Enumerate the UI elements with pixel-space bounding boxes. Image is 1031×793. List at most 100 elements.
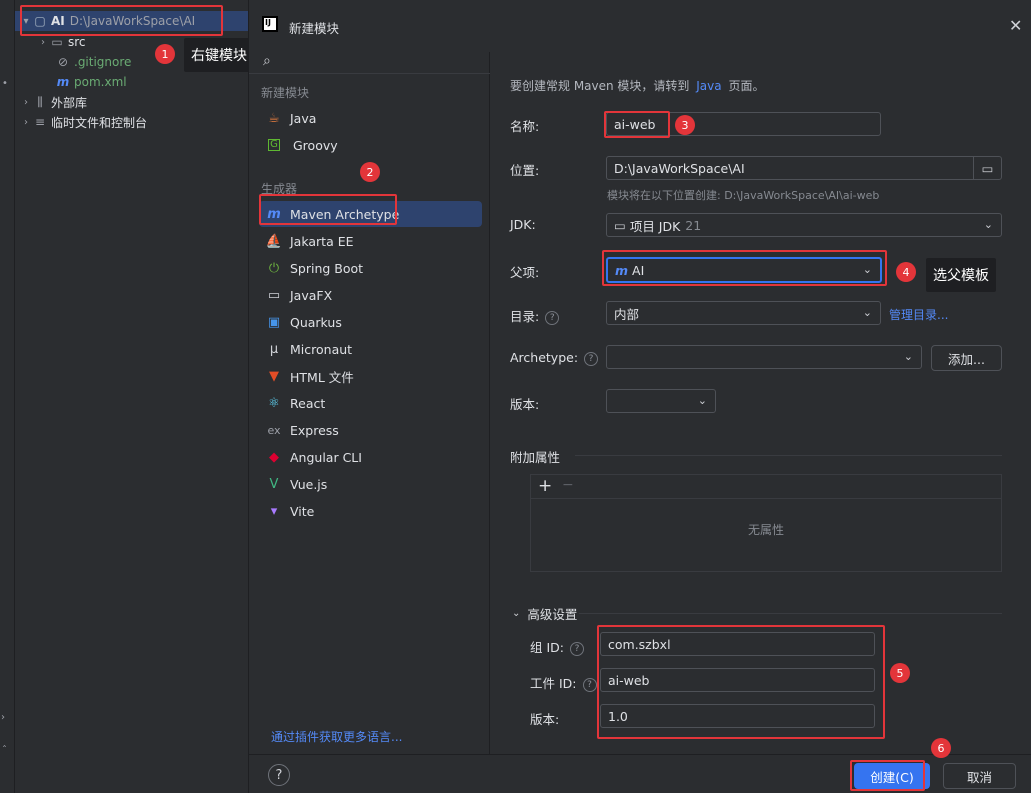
sidebar-item-vue[interactable]: V Vue.js (259, 471, 482, 497)
sidebar-item-spring-boot[interactable]: ⏻ Spring Boot (259, 255, 482, 281)
advanced-toggle[interactable]: ⌄ 高级设置 (512, 604, 577, 623)
chevron-down-icon: ⌄ (697, 394, 707, 407)
archetype-label-text: Archetype: (510, 350, 579, 365)
annotation-badge-6: 6 (931, 738, 951, 758)
maven-hint: 要创建常规 Maven 模块，请转到 Java 页面。 (510, 77, 764, 94)
hint-suffix: 页面。 (728, 79, 765, 93)
name-label: 名称: (510, 119, 540, 134)
chevron-down-icon: ⌄ (512, 608, 521, 619)
jdk-select[interactable]: ▭ 项目 JDK 21 ⌄ (606, 213, 1002, 237)
section-new-module: 新建模块 (261, 86, 310, 100)
help-icon[interactable]: ? (268, 764, 290, 786)
catalog-value: 内部 (614, 306, 640, 322)
sidebar-item-angular-cli[interactable]: ◆ Angular CLI (259, 444, 482, 470)
sidebar-item-html[interactable]: ▼ HTML 文件 (259, 363, 482, 389)
create-button[interactable]: 创建(C) (854, 763, 930, 789)
manage-catalogs-link[interactable]: 管理目录... (889, 306, 948, 323)
annotation-badge-4: 4 (896, 262, 916, 282)
add-icon[interactable]: + (538, 476, 552, 496)
props-divider (575, 455, 1002, 456)
sidebar-item-label: Groovy (293, 137, 338, 153)
tree-item-gitignore[interactable]: ⊘ .gitignore (55, 52, 131, 72)
sidebar-item-quarkus[interactable]: ▣ Quarkus (259, 309, 482, 335)
sidebar-item-react[interactable]: ⚛ React (259, 390, 482, 416)
catalog-select[interactable]: 内部 ⌄ (606, 301, 881, 325)
sidebar-item-micronaut[interactable]: μ Micronaut (259, 336, 482, 362)
tree-item-label: 外部库 (51, 95, 88, 110)
sidebar-item-label: Vite (290, 503, 315, 519)
tree-root-path: D:\JavaWorkSpace\AI (69, 14, 196, 28)
dialog-footer: ? 创建(C) 取消 (249, 754, 1031, 793)
chevron-right-icon[interactable]: › (20, 97, 32, 108)
plugins-link[interactable]: 通过插件获取更多语言... (271, 728, 402, 745)
help-icon[interactable]: ? (584, 351, 599, 366)
tree-item-src[interactable]: › ▭ src (37, 32, 86, 52)
sidebar-item-javafx[interactable]: ▭ JavaFX (259, 282, 482, 308)
adv-version-field[interactable]: 1.0 (600, 704, 875, 728)
chevron-right-icon[interactable]: › (20, 117, 32, 128)
sidebar-item-express[interactable]: ex Express (259, 417, 482, 443)
new-module-dialog: IJ 新建模块 ✕ ⌕ 新建模块 ☕ Java G Groovy 生成器 m Mave… (248, 0, 1031, 793)
sidebar-search[interactable]: ⌕ (249, 52, 490, 74)
parent-select[interactable]: m AI ⌄ (606, 257, 882, 283)
chevron-right-icon[interactable]: › (37, 37, 49, 48)
chevron-down-icon: ⌄ (903, 350, 913, 363)
artifact-label-text: 工件 ID: (530, 676, 577, 691)
java-page-link[interactable]: Java (696, 79, 721, 93)
close-icon[interactable]: ✕ (1009, 16, 1022, 35)
java-icon: ☕ (268, 110, 280, 126)
adv-version-value: 1.0 (608, 708, 628, 724)
remove-icon[interactable]: − (562, 477, 574, 493)
version-select[interactable]: ⌄ (606, 389, 716, 413)
folder-browse-icon[interactable]: ▭ (973, 157, 1001, 179)
sidebar-item-jakarta-ee[interactable]: ⛵ Jakarta EE (259, 228, 482, 254)
chevron-down-icon[interactable]: ▾ (20, 16, 32, 27)
folder-icon: ▭ (51, 35, 63, 49)
cancel-button[interactable]: 取消 (943, 763, 1016, 789)
name-field[interactable]: ai-web (606, 112, 881, 136)
tree-root-ai[interactable]: ▾ ▢ AI D:\JavaWorkSpace\AI (15, 11, 248, 31)
group-value: com.szbxl (608, 636, 671, 652)
add-archetype-button[interactable]: 添加... (931, 345, 1002, 371)
annotation-badge-5: 5 (890, 663, 910, 683)
annotation-callout-4: 选父模板 (926, 258, 996, 292)
html-icon: ▼ (269, 368, 279, 384)
sidebar-item-label: HTML 文件 (290, 369, 354, 385)
jakarta-icon: ⛵ (265, 233, 283, 249)
annotation-badge-1: 1 (155, 44, 175, 64)
generator-sidebar: ⌕ 新建模块 ☕ Java G Groovy 生成器 m Maven Archetyp… (249, 52, 490, 754)
tree-item-pom[interactable]: m pom.xml (55, 72, 127, 92)
intellij-logo-icon: IJ (262, 16, 278, 32)
location-field[interactable]: D:\JavaWorkSpace\AI ▭ (606, 156, 1002, 180)
sidebar-item-maven-archetype[interactable]: m Maven Archetype (259, 201, 482, 227)
project-tree: ▾ ▢ AI D:\JavaWorkSpace\AI › ▭ src ⊘ .gi… (15, 0, 248, 793)
search-input[interactable] (281, 52, 481, 72)
structure-icon[interactable]: • (2, 78, 8, 89)
react-icon: ⚛ (268, 395, 280, 411)
angular-icon: ◆ (269, 449, 279, 465)
tree-item-scratches[interactable]: › ≡ 临时文件和控制台 (20, 112, 147, 132)
ignore-file-icon: ⊘ (57, 55, 69, 69)
artifact-label: 工件 ID:? (530, 673, 597, 692)
sidebar-item-vite[interactable]: ▾ Vite (259, 498, 482, 524)
adv-version-label: 版本: (530, 712, 560, 727)
sidebar-item-label: Quarkus (290, 314, 342, 330)
tree-item-external-libs[interactable]: › ⫼ 外部库 (20, 92, 87, 112)
dialog-header: IJ 新建模块 ✕ (249, 0, 1031, 52)
help-icon[interactable]: ? (570, 641, 584, 656)
help-icon[interactable]: ? (582, 677, 597, 692)
sidebar-item-java[interactable]: ☕ Java (259, 105, 482, 131)
collapse-icon[interactable]: ˆ (2, 745, 7, 756)
help-icon[interactable]: ? (545, 310, 560, 325)
sidebar-item-label: Jakarta EE (290, 233, 354, 249)
maven-icon: m (56, 75, 70, 89)
sidebar-item-groovy[interactable]: G Groovy (259, 132, 482, 158)
left-tool-strip: • › ˆ (0, 0, 15, 793)
artifact-id-field[interactable]: ai-web (600, 668, 875, 692)
archetype-select[interactable]: ⌄ (606, 345, 922, 369)
archetype-label: Archetype:? (510, 350, 599, 366)
expand-icon[interactable]: › (1, 712, 5, 723)
group-id-field[interactable]: com.szbxl (600, 632, 875, 656)
spring-icon: ⏻ (268, 260, 280, 276)
name-value: ai-web (614, 116, 656, 132)
